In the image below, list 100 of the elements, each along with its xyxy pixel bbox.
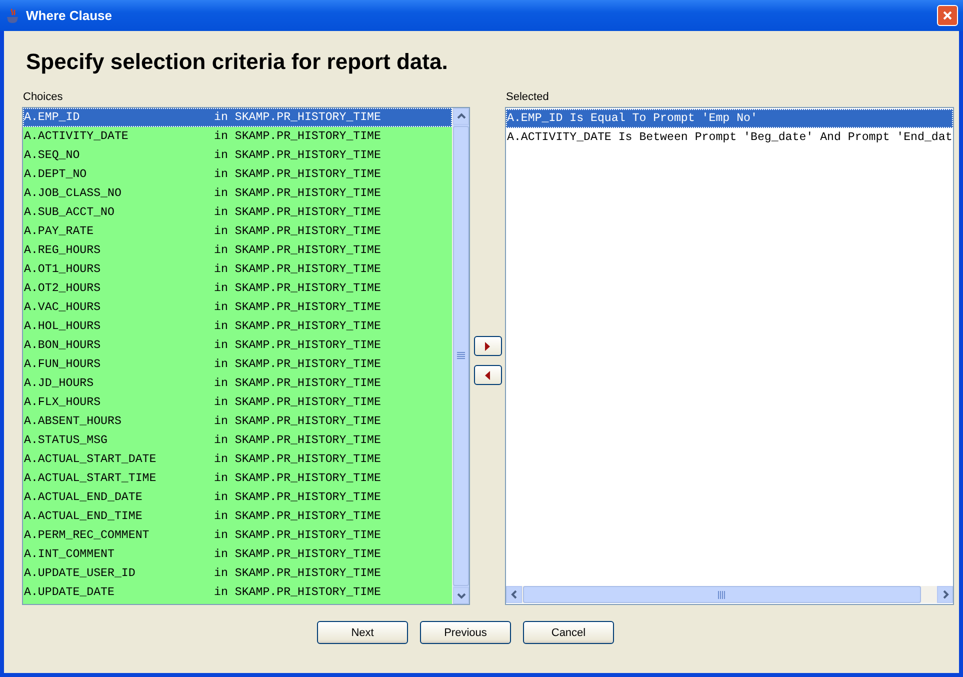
choice-item[interactable]: A.UPDATE_USER_ID in SKAMP.PR_HISTORY_TIME [23, 564, 452, 583]
choice-item[interactable]: A.INT_COMMENT in SKAMP.PR_HISTORY_TIME [23, 545, 452, 564]
table-name: in SKAMP.PR_HISTORY_TIME [214, 548, 381, 561]
right-triangle-icon [485, 342, 490, 350]
choice-item[interactable]: A.FLX_HOURS in SKAMP.PR_HISTORY_TIME [23, 393, 452, 412]
table-name: in SKAMP.PR_HISTORY_TIME [214, 130, 381, 143]
choices-label: Choices [23, 91, 64, 104]
dialog-button[interactable]: Previous [420, 621, 511, 644]
table-name: in SKAMP.PR_HISTORY_TIME [214, 320, 381, 333]
choice-item[interactable]: A.JD_HOURS in SKAMP.PR_HISTORY_TIME [23, 374, 452, 393]
table-name: in SKAMP.PR_HISTORY_TIME [214, 282, 381, 295]
field-name: A.JD_HOURS [24, 377, 95, 390]
choice-item[interactable]: A.EMP_ID in SKAMP.PR_HISTORY_TIME [23, 108, 452, 127]
choice-item[interactable]: A.REG_HOURS in SKAMP.PR_HISTORY_TIME [23, 241, 452, 260]
field-name: A.ACTIVITY_DATE [24, 130, 130, 143]
close-button[interactable] [937, 5, 958, 26]
field-name: A.UPDATE_DATE [24, 586, 116, 599]
chevron-up-icon [456, 112, 466, 121]
selected-label: Selected [506, 91, 550, 104]
choice-item[interactable]: A.ACTUAL_END_TIME in SKAMP.PR_HISTORY_TIME [23, 507, 452, 526]
choice-item[interactable]: A.FUN_HOURS in SKAMP.PR_HISTORY_TIME [23, 355, 452, 374]
choice-item[interactable]: A.ACTUAL_START_TIME in SKAMP.PR_HISTORY_TIME [23, 469, 452, 488]
field-name: A.PAY_RATE [24, 225, 95, 238]
remove-button[interactable] [474, 365, 502, 385]
scroll-up-button[interactable] [453, 108, 469, 125]
choice-item[interactable]: A.ACTIVITY_DATE in SKAMP.PR_HISTORY_TIME [23, 127, 452, 146]
table-name: in SKAMP.PR_HISTORY_TIME [214, 111, 381, 124]
field-name: A.OT1_HOURS [24, 263, 102, 276]
choice-item[interactable]: A.JOB_CLASS_NO in SKAMP.PR_HISTORY_TIME [23, 184, 452, 203]
field-name: A.JOB_CLASS_NO [24, 187, 122, 200]
coffee-cup-icon [6, 8, 20, 24]
choice-item[interactable]: A.VAC_HOURS in SKAMP.PR_HISTORY_TIME [23, 298, 452, 317]
table-name: in SKAMP.PR_HISTORY_TIME [214, 567, 381, 580]
table-name: in SKAMP.PR_HISTORY_TIME [214, 472, 381, 485]
choice-item[interactable]: A.BON_HOURS in SKAMP.PR_HISTORY_TIME [23, 336, 452, 355]
choice-item[interactable]: A.PAY_RATE in SKAMP.PR_HISTORY_TIME [23, 222, 452, 241]
table-name: in SKAMP.PR_HISTORY_TIME [214, 434, 381, 447]
table-name: in SKAMP.PR_HISTORY_TIME [214, 491, 381, 504]
table-name: in SKAMP.PR_HISTORY_TIME [214, 149, 381, 162]
field-name: A.VAC_HOURS [24, 301, 102, 314]
field-name: A.PERM_REC_COMMENT [24, 529, 150, 542]
scroll-right-button[interactable] [937, 586, 953, 603]
choice-item[interactable]: A.ACTUAL_END_DATE in SKAMP.PR_HISTORY_TIME [23, 488, 452, 507]
field-name: A.BON_HOURS [24, 339, 102, 352]
add-button[interactable] [474, 336, 502, 356]
field-name: A.FLX_HOURS [24, 396, 102, 409]
field-name: A.FUN_HOURS [24, 358, 102, 371]
field-name: A.SUB_ACCT_NO [24, 206, 116, 219]
chevron-left-icon [510, 590, 518, 599]
scroll-left-button[interactable] [506, 586, 522, 603]
field-name: A.HOL_HOURS [24, 320, 102, 333]
field-name: A.STATUS_MSG [24, 434, 108, 447]
table-name: in SKAMP.PR_HISTORY_TIME [214, 586, 381, 599]
left-triangle-icon [485, 370, 490, 380]
choice-item[interactable]: A.ACTUAL_START_DATE in SKAMP.PR_HISTORY_TIME [23, 450, 452, 469]
choice-item[interactable]: A.OT1_HOURS in SKAMP.PR_HISTORY_TIME [23, 260, 452, 279]
field-name: A.ACTUAL_START_DATE [24, 453, 158, 466]
chevron-down-icon [456, 591, 466, 600]
table-name: in SKAMP.PR_HISTORY_TIME [214, 339, 381, 352]
table-name: in SKAMP.PR_HISTORY_TIME [214, 225, 381, 238]
choice-item[interactable]: A.UPDATE_DATE in SKAMP.PR_HISTORY_TIME [23, 583, 452, 602]
table-name: in SKAMP.PR_HISTORY_TIME [214, 301, 381, 314]
choice-item[interactable]: A.STATUS_MSG in SKAMP.PR_HISTORY_TIME [23, 431, 452, 450]
field-name: A.EMP_ID [24, 111, 81, 124]
criteria-item[interactable]: A.EMP_ID Is Equal To Prompt 'Emp No' [506, 109, 953, 128]
field-name: A.ACTUAL_END_DATE [24, 491, 144, 504]
choice-item[interactable]: A.ABSENT_HOURS in SKAMP.PR_HISTORY_TIME [23, 412, 452, 431]
grip-icon [718, 590, 726, 598]
field-name: A.ACTUAL_END_TIME [24, 510, 144, 523]
field-name: A.DEPT_NO [24, 168, 88, 181]
choice-item[interactable]: A.SEQ_NO in SKAMP.PR_HISTORY_TIME [23, 146, 452, 165]
table-name: in SKAMP.PR_HISTORY_TIME [214, 453, 381, 466]
table-name: in SKAMP.PR_HISTORY_TIME [214, 396, 381, 409]
field-name: A.UPDATE_USER_ID [24, 567, 136, 580]
table-name: in SKAMP.PR_HISTORY_TIME [214, 415, 381, 428]
choice-item[interactable]: A.PERM_REC_COMMENT in SKAMP.PR_HISTORY_TIME [23, 526, 452, 545]
choice-item[interactable]: A.HOL_HOURS in SKAMP.PR_HISTORY_TIME [23, 317, 452, 336]
table-name: in SKAMP.PR_HISTORY_TIME [214, 358, 381, 371]
field-name: A.ACTUAL_START_TIME [24, 472, 158, 485]
dialog-button[interactable]: Next [317, 621, 408, 644]
window-title: Where Clause [26, 8, 113, 23]
scroll-down-button[interactable] [453, 587, 469, 604]
criteria-item[interactable]: A.ACTIVITY_DATE Is Between Prompt 'Beg_date' And Prompt 'End_dat [506, 128, 953, 147]
dialog-button[interactable]: Cancel [523, 621, 614, 644]
table-name: in SKAMP.PR_HISTORY_TIME [214, 263, 381, 276]
table-name: in SKAMP.PR_HISTORY_TIME [214, 377, 381, 390]
field-name: A.OT2_HOURS [24, 282, 102, 295]
close-icon [942, 10, 953, 21]
table-name: in SKAMP.PR_HISTORY_TIME [214, 168, 381, 181]
choice-item[interactable]: A.OT2_HOURS in SKAMP.PR_HISTORY_TIME [23, 279, 452, 298]
choice-item[interactable]: A.SUB_ACCT_NO in SKAMP.PR_HISTORY_TIME [23, 203, 452, 222]
choice-item[interactable]: A.DEPT_NO in SKAMP.PR_HISTORY_TIME [23, 165, 452, 184]
field-name: A.SEQ_NO [24, 149, 81, 162]
table-name: in SKAMP.PR_HISTORY_TIME [214, 244, 381, 257]
table-name: in SKAMP.PR_HISTORY_TIME [214, 510, 381, 523]
table-name: in SKAMP.PR_HISTORY_TIME [214, 206, 381, 219]
chevron-right-icon [940, 590, 950, 599]
grip-icon [457, 352, 465, 360]
page-heading: Specify selection criteria for report data. [26, 49, 449, 75]
field-name: A.INT_COMMENT [24, 548, 116, 561]
